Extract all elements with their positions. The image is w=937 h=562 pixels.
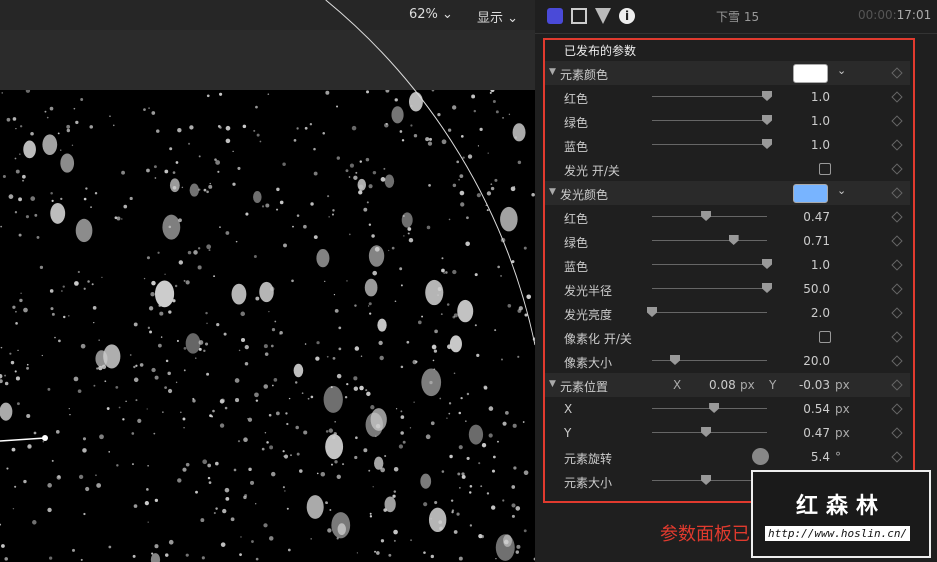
position-handle-line[interactable] bbox=[0, 437, 46, 442]
timecode-prefix: 00:00: bbox=[858, 8, 897, 22]
watermark-url: http://www.hoslin.cn/ bbox=[765, 526, 911, 541]
bounds-circle[interactable] bbox=[325, 0, 535, 346]
position-handle[interactable] bbox=[42, 435, 48, 441]
watermark: 红森林 http://www.hoslin.cn/ bbox=[751, 470, 931, 558]
film-icon[interactable] bbox=[571, 8, 587, 24]
generator-inspector-icon[interactable] bbox=[547, 8, 563, 24]
watermark-name: 红森林 bbox=[795, 494, 886, 519]
inspector-title: 下雪 15 bbox=[716, 10, 760, 24]
filter-icon[interactable] bbox=[595, 8, 611, 24]
timecode: 00:00:17:01 bbox=[858, 8, 931, 22]
highlight-box bbox=[543, 38, 915, 503]
info-icon[interactable]: i bbox=[619, 8, 635, 24]
overlay bbox=[0, 0, 535, 442]
timecode-value: 17:01 bbox=[896, 8, 932, 22]
